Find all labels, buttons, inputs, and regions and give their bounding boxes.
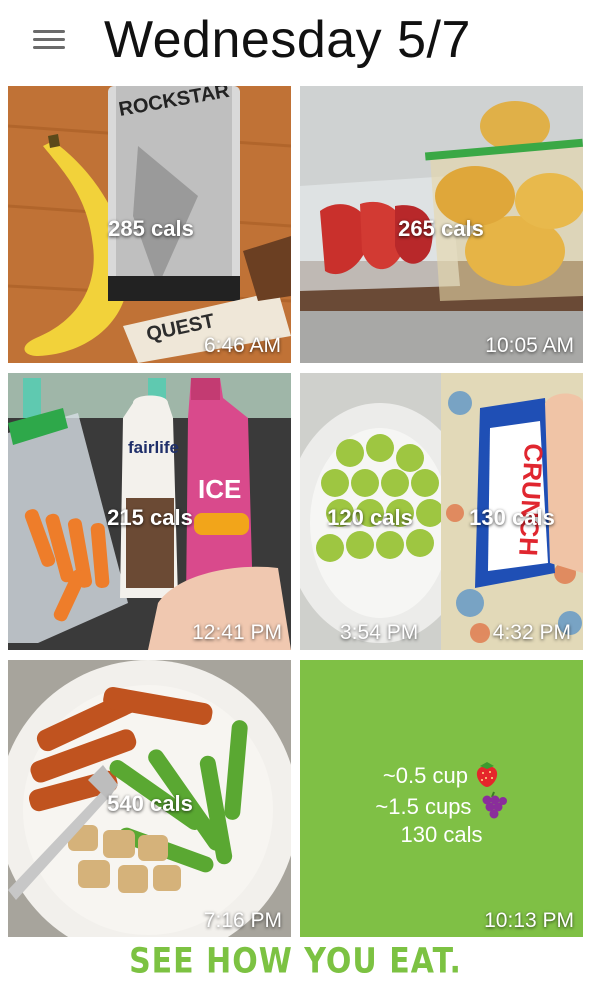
meal-time: 4:32 PM xyxy=(492,621,571,644)
grapes-icon xyxy=(478,790,508,826)
calorie-label: 265 cals xyxy=(398,216,484,241)
footer-tagline: SEE HOW YOU EAT. xyxy=(129,941,462,982)
calorie-label: 540 cals xyxy=(107,791,193,816)
note-line-2: ~1.5 cups xyxy=(300,790,583,826)
strawberry-icon xyxy=(474,760,500,794)
footer: SEE HOW YOU EAT. xyxy=(0,940,591,1000)
meal-tile-1[interactable]: ROCKSTAR QUEST 285 cals 6:46 AM xyxy=(8,86,291,363)
svg-text:ICE: ICE xyxy=(198,474,241,504)
note-tile[interactable]: ~0.5 cup ~1.5 cups 130 cals 10:13 PM xyxy=(300,660,583,937)
meal-tile-3[interactable]: fairlife ICE 215 cals 12:41 PM xyxy=(8,373,291,650)
meal-time: 10:13 PM xyxy=(484,909,574,932)
meal-tile-4[interactable]: CRUNCH 120 cals 130 cals 3:54 PM 4:32 PM xyxy=(300,373,583,650)
calorie-label: 285 cals xyxy=(108,216,194,241)
svg-text:CRUNCH: CRUNCH xyxy=(513,443,549,557)
calorie-label: 215 cals xyxy=(107,505,193,530)
meal-time: 7:16 PM xyxy=(203,909,282,932)
meal-tile-5[interactable]: 540 cals 7:16 PM xyxy=(8,660,291,937)
meal-time: 3:54 PM xyxy=(340,621,419,644)
meal-tile-2[interactable]: 265 cals 10:05 AM xyxy=(300,86,583,363)
hamburger-menu-icon[interactable] xyxy=(33,28,65,52)
meal-time: 12:41 PM xyxy=(192,621,282,644)
note-line-1: ~0.5 cup xyxy=(300,760,583,794)
svg-text:fairlife: fairlife xyxy=(128,438,179,457)
calorie-label: 130 cals xyxy=(469,505,555,530)
page-title: Wednesday 5/7 xyxy=(104,11,471,69)
app-header: Wednesday 5/7 xyxy=(0,0,591,84)
meal-time: 10:05 AM xyxy=(485,334,574,357)
meal-time: 6:46 AM xyxy=(203,334,281,357)
calorie-label: 120 cals xyxy=(327,505,413,530)
note-line-3: 130 cals xyxy=(400,822,483,847)
